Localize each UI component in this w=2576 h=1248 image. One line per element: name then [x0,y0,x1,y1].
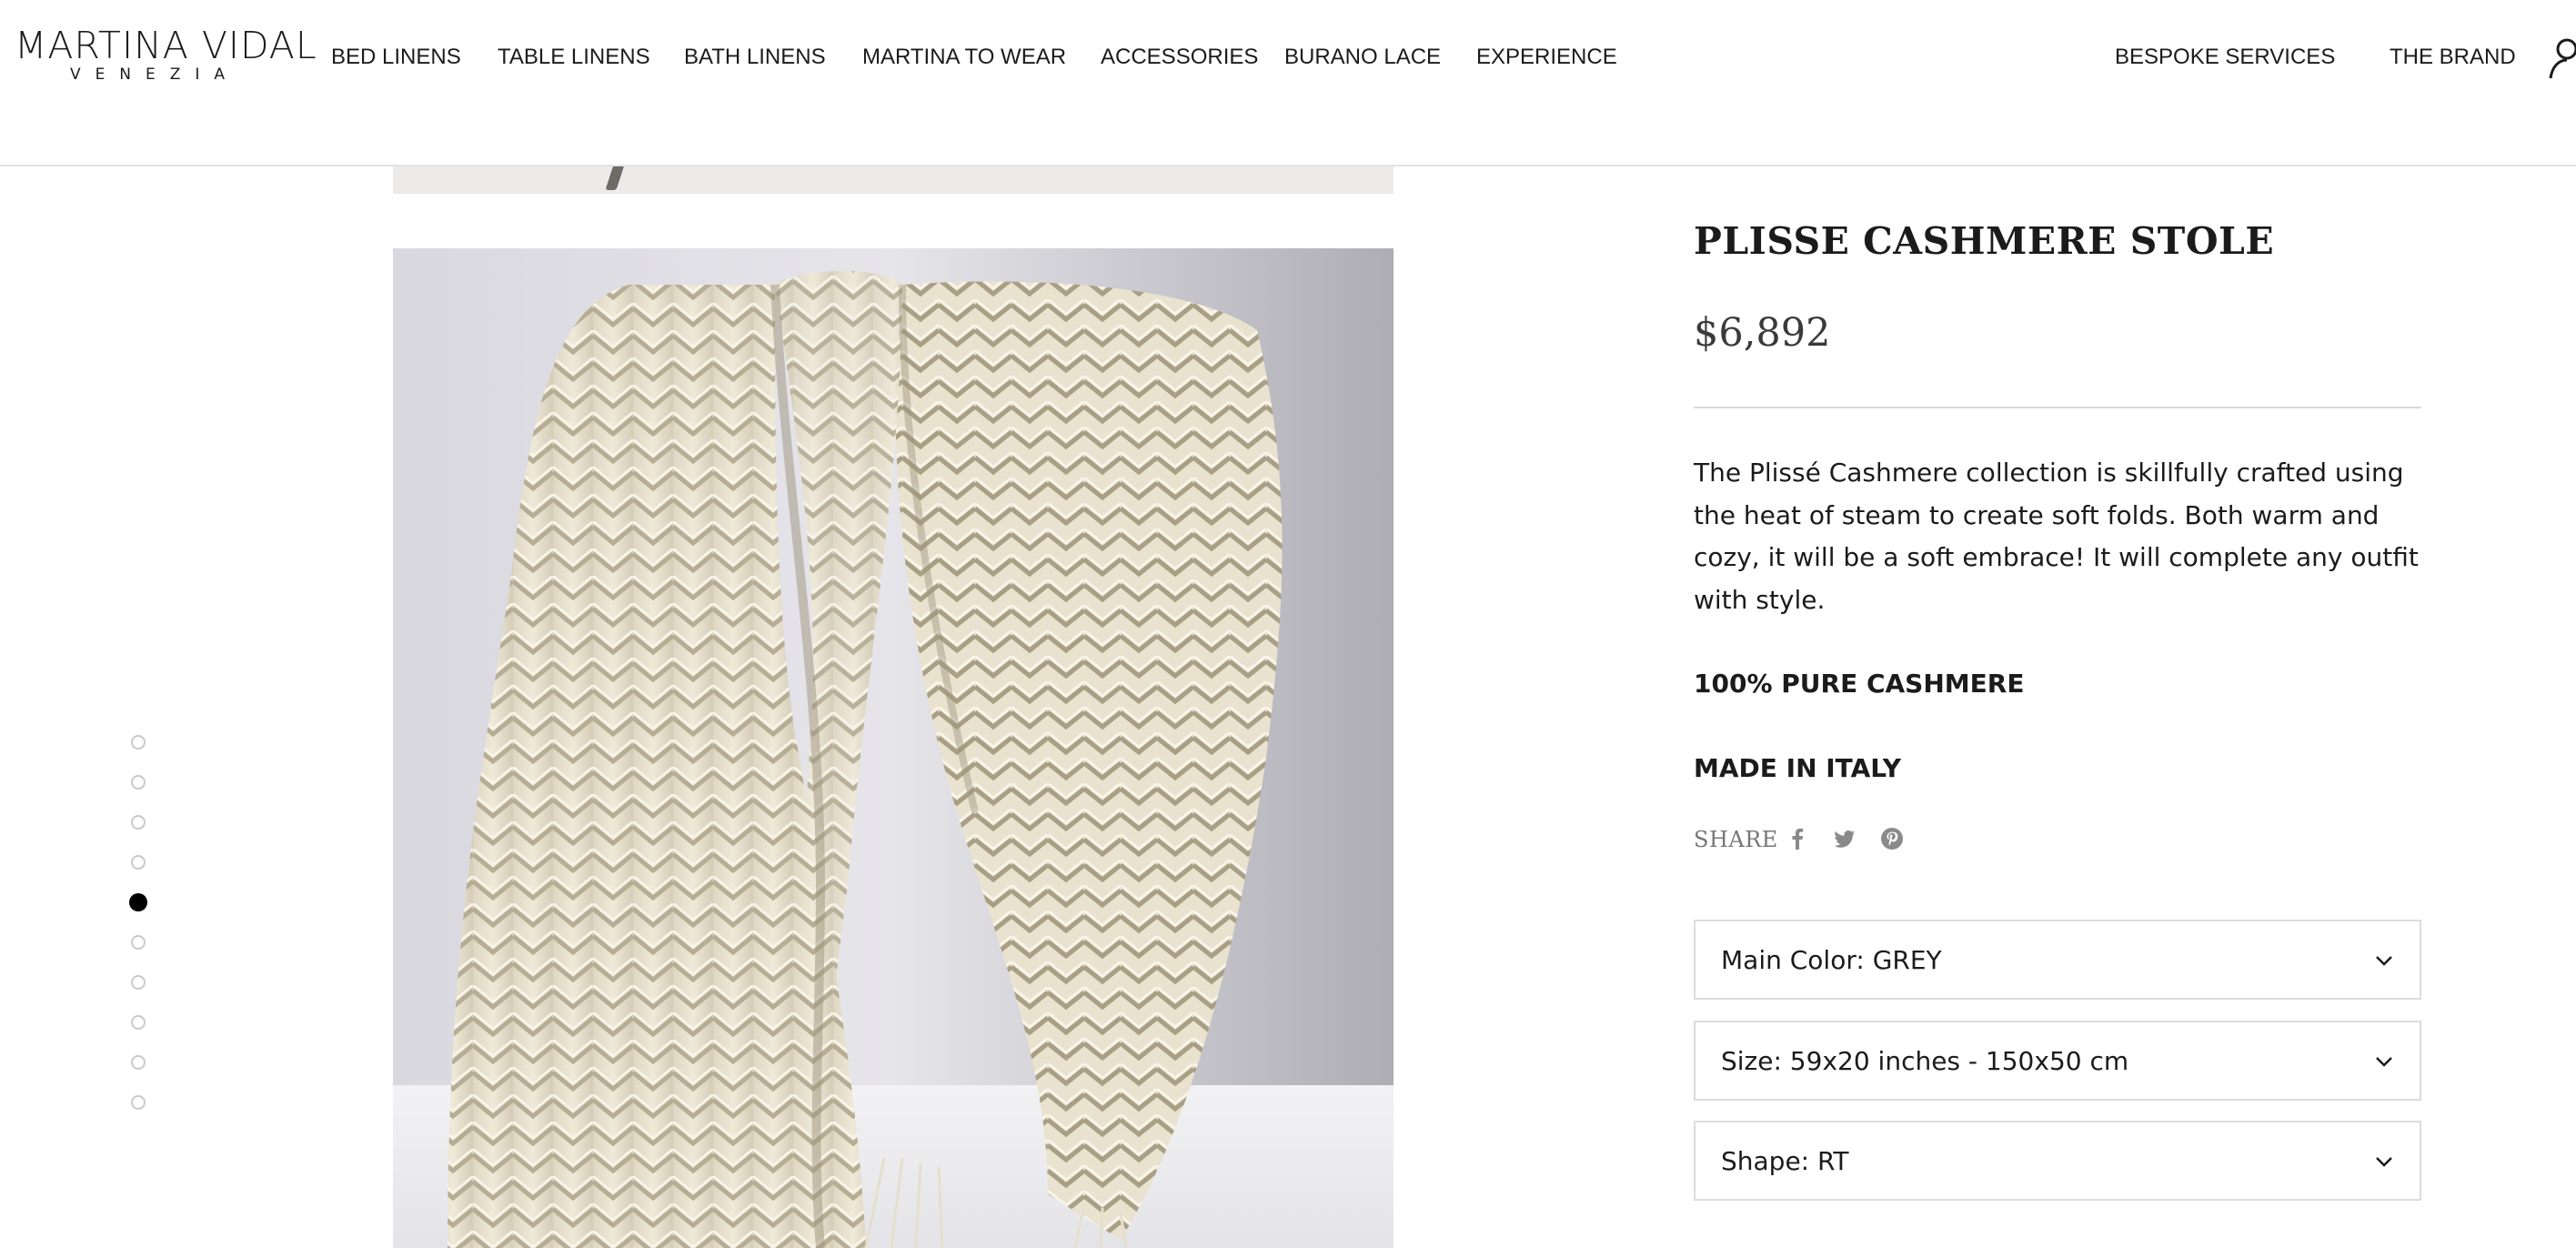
product-material: 100% PURE CASHMERE [1694,669,2025,699]
product-origin: MADE IN ITALY [1694,753,1902,783]
brand-subtitle: VENEZIA [69,65,240,84]
product-description: The Plissé Cashmere collection is skillf… [1694,458,2419,615]
product-image[interactable] [393,248,1394,1248]
size-value: Size: 59x20 inches - 150x50 cm [1721,1046,2129,1076]
gallery-dot-10[interactable] [131,1095,146,1110]
main-color-value: Main Color: GREY [1721,945,1942,975]
nav-item-bed-linens[interactable]: BED LINENS [331,44,461,71]
cashmere-stole-photo [393,248,1394,1248]
chevron-down-icon [2376,956,2392,966]
nav-item-experience[interactable]: EXPERIENCE [1476,44,1617,71]
nav-item-burano-lace[interactable]: BURANO LACE [1284,44,1441,71]
gallery-dot-4[interactable] [131,855,146,870]
nav-item-martina-to-wear[interactable]: MARTINA TO WEAR [862,44,1066,71]
pinterest-icon[interactable] [1879,826,1905,851]
chevron-down-icon [2376,1057,2392,1067]
gallery-dot-1[interactable] [131,735,146,750]
nav-item-table-linens[interactable]: TABLE LINENS [498,44,650,71]
gallery-pagination [128,735,148,1135]
gallery-dot-8[interactable] [131,1015,146,1030]
gallery-dot-3[interactable] [131,815,146,830]
shape-select[interactable]: Shape: RT [1694,1121,2421,1201]
product-price: $6,892 [1694,310,1831,356]
product-title: PLISSE CASHMERE STOLE [1694,219,2275,263]
gallery-dot-2[interactable] [131,775,146,790]
twitter-icon[interactable] [1832,826,1857,851]
nav-item-bath-linens[interactable]: BATH LINENS [684,44,826,71]
nav-item-accessories[interactable]: ACCESSORIES [1101,44,1258,71]
size-select[interactable]: Size: 59x20 inches - 150x50 cm [1694,1021,2421,1101]
previous-product-image[interactable] [393,165,1394,194]
nav-item-bespoke-services[interactable]: BESPOKE SERVICES [2115,44,2335,71]
nav-item-the-brand[interactable]: THE BRAND [2390,44,2516,71]
chevron-down-icon [2376,1157,2392,1167]
main-color-select[interactable]: Main Color: GREY [1694,920,2421,1000]
brand-name: MARTINA VIDAL [15,24,317,67]
gallery-dot-7[interactable] [131,975,146,990]
gallery-dot-5-active[interactable] [129,893,147,911]
brand-logo[interactable]: MARTINA VIDAL VENEZIA [15,24,317,84]
gallery-dot-9[interactable] [131,1055,146,1070]
shape-value: Shape: RT [1721,1146,1849,1176]
divider [1694,407,2421,408]
site-header: MARTINA VIDAL VENEZIA BED LINENS TABLE L… [0,0,2576,166]
share-label: SHARE [1694,827,1778,852]
facebook-icon[interactable] [1785,826,1810,851]
gallery-dot-6[interactable] [131,935,146,950]
user-icon[interactable] [2547,36,2576,80]
